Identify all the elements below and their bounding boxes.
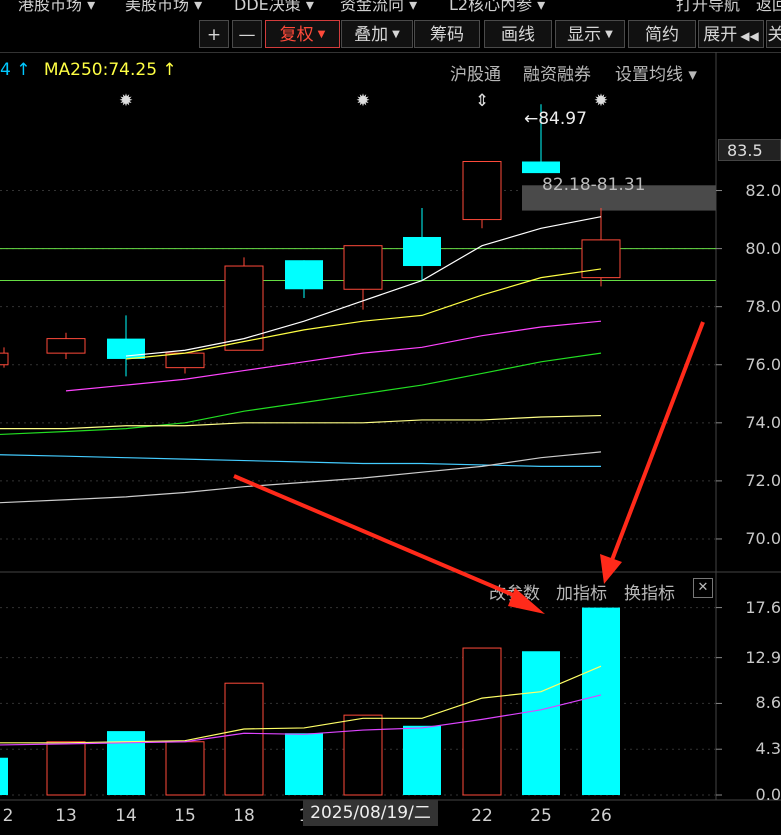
date-tick-label: 26 bbox=[590, 806, 612, 826]
price-range-label: 82.18-81.31 bbox=[542, 175, 646, 195]
ma-lines bbox=[0, 216, 602, 504]
date-cursor-box: 2025/08/19/二 bbox=[303, 800, 438, 826]
date-tick-label: 18 bbox=[233, 806, 255, 826]
volume-bar bbox=[403, 725, 441, 795]
price-tick-label: 82.0 bbox=[745, 180, 781, 200]
event-marker-icon: ✹ bbox=[594, 91, 608, 111]
red-arrow-1 bbox=[233, 474, 526, 602]
volume-bar bbox=[46, 741, 86, 796]
red-arrow-2 bbox=[610, 321, 705, 561]
price-tick-label: 70.0 bbox=[745, 528, 781, 548]
candle-body bbox=[46, 338, 86, 354]
ma-line-ma120 bbox=[0, 454, 601, 467]
volume-bar bbox=[165, 741, 205, 796]
volume-tick-label: 17.6 bbox=[745, 597, 781, 617]
current-price-tag: 83.5 bbox=[718, 139, 781, 161]
date-tick-label: 14 bbox=[115, 806, 137, 826]
ma-line-ma250 bbox=[0, 451, 602, 504]
date-tick-label: 25 bbox=[530, 806, 552, 826]
event-markers: ✹ ✹ ⇕ ✹ bbox=[119, 91, 608, 111]
volume-ma-line bbox=[0, 665, 602, 744]
candle-body bbox=[165, 352, 205, 369]
volume-tick-label: 12.9 bbox=[745, 647, 781, 667]
candle-body bbox=[581, 239, 621, 279]
volume-ma-lines bbox=[0, 665, 602, 746]
price-tick-label: 74.0 bbox=[745, 412, 781, 432]
max-price-label: ←84.97 bbox=[524, 109, 587, 129]
candle-body bbox=[285, 260, 323, 290]
volume-bar bbox=[582, 607, 620, 795]
volume-tick-label: 0.0 bbox=[755, 785, 781, 804]
event-marker-icon: ✹ bbox=[119, 91, 133, 111]
ma-line-ma20 bbox=[65, 320, 602, 392]
candle-body bbox=[403, 236, 441, 267]
event-marker-icon: ⇕ bbox=[475, 91, 489, 111]
volume-bar bbox=[285, 733, 323, 795]
candle-body bbox=[343, 245, 383, 290]
candle-body bbox=[522, 161, 560, 174]
candle-body bbox=[224, 265, 264, 351]
date-tick-label: 13 bbox=[55, 806, 77, 826]
volume-bar bbox=[522, 651, 560, 795]
candlesticks bbox=[0, 104, 621, 377]
ma-line-ma60 bbox=[0, 414, 602, 430]
volume-bar bbox=[0, 757, 8, 795]
price-tick-label: 78.0 bbox=[745, 296, 781, 316]
volume-bars bbox=[0, 607, 620, 796]
candle-body bbox=[462, 160, 502, 221]
price-tick-label: 72.0 bbox=[745, 470, 781, 490]
candle-body bbox=[0, 352, 9, 366]
volume-bar bbox=[343, 714, 383, 796]
date-tick-label: 22 bbox=[471, 806, 493, 826]
volume-bar bbox=[107, 731, 145, 795]
stock-chart: ✹ ✹ ⇕ ✹ bbox=[0, 52, 781, 801]
price-tick-label: 80.0 bbox=[745, 238, 781, 258]
red-arrow-head-1 bbox=[508, 588, 545, 614]
volume-tick-label: 4.3 bbox=[755, 739, 781, 759]
red-arrow-head-2 bbox=[600, 554, 622, 584]
volume-bar bbox=[224, 682, 264, 796]
price-tick-label: 76.0 bbox=[745, 354, 781, 374]
date-tick-label: 15 bbox=[174, 806, 196, 826]
volume-tick-label: 8.6 bbox=[755, 693, 781, 713]
event-marker-icon: ✹ bbox=[356, 91, 370, 111]
date-tick-label: 2 bbox=[2, 806, 14, 826]
